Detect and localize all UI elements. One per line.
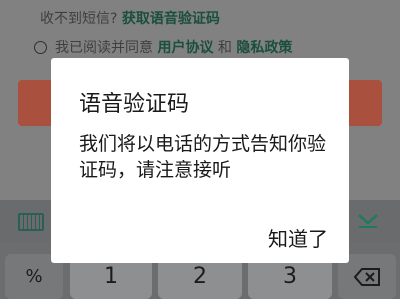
voice-code-link[interactable]: 获取语音验证码 xyxy=(122,11,220,27)
dialog-title: 语音验证码 xyxy=(79,92,190,117)
agree-radio[interactable] xyxy=(34,40,47,54)
collapse-down-icon[interactable] xyxy=(356,210,380,230)
backspace-icon xyxy=(354,267,380,286)
user-agreement-link[interactable]: 用户协议 xyxy=(157,37,213,57)
sms-help-row: 收不到短信? 获取语音验证码 xyxy=(40,8,220,28)
agreement-row: 我已阅读并同意 用户协议 和 隐私政策 xyxy=(34,37,292,57)
voice-code-dialog: 语音验证码 我们将以电话的方式告知你验证码，请注意接听 知道了 xyxy=(51,58,349,263)
dialog-confirm-button[interactable]: 知道了 xyxy=(268,223,328,252)
keyboard-icon[interactable] xyxy=(18,213,44,231)
agree-and-text: 和 xyxy=(217,40,232,56)
privacy-policy-link[interactable]: 隐私政策 xyxy=(236,37,292,57)
dialog-message: 我们将以电话的方式告知你验证码，请注意接听 xyxy=(79,133,327,181)
sms-prompt-text: 收不到短信? xyxy=(40,11,118,27)
agree-prefix-text: 我已阅读并同意 xyxy=(55,40,153,56)
